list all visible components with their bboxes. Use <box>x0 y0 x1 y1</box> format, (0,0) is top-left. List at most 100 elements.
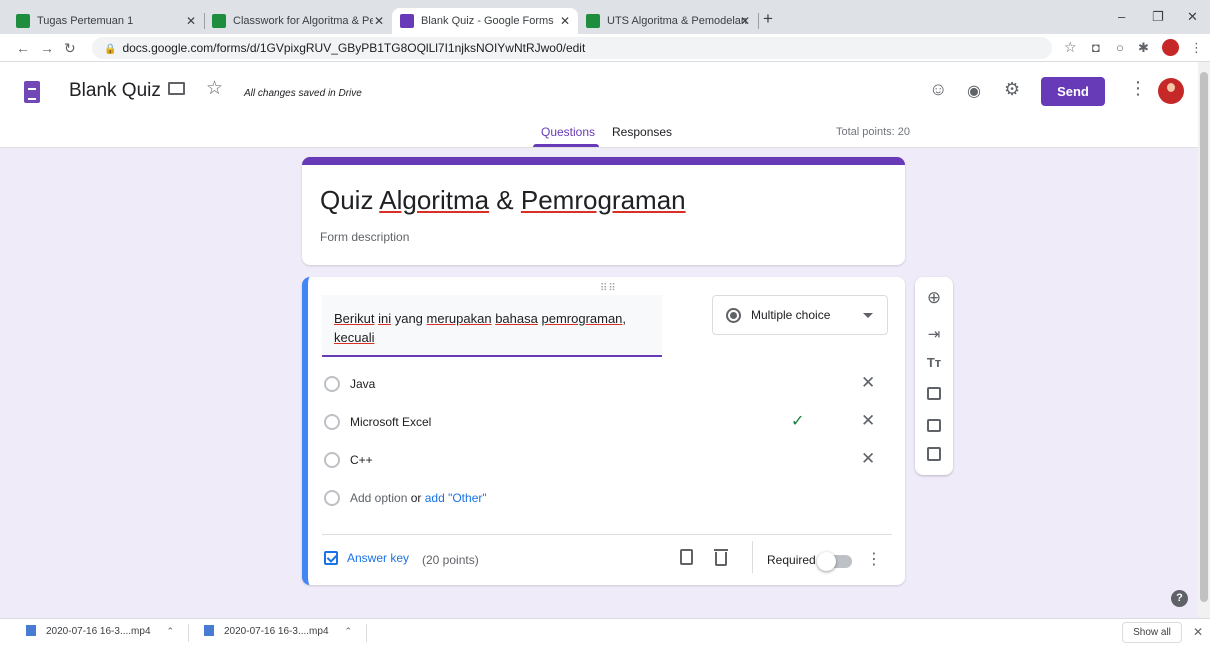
option-label[interactable]: C++ <box>350 453 373 467</box>
tab-responses[interactable]: Responses <box>612 125 672 139</box>
question-points: (20 points) <box>422 553 479 567</box>
extension-circle-icon[interactable]: ○ <box>1116 40 1124 55</box>
extensions-puzzle-icon[interactable]: ✱ <box>1138 40 1149 56</box>
tab-title: UTS Algoritma & Pemodelan <box>607 15 748 27</box>
download-item[interactable]: 2020-07-16 16-3....mp4 ⌃ <box>204 625 352 637</box>
window-close-icon[interactable]: ✕ <box>1187 9 1198 25</box>
add-title-icon[interactable]: Tт <box>925 354 943 372</box>
browser-tab-blank-quiz[interactable]: Blank Quiz - Google Forms ✕ <box>392 8 578 34</box>
form-title-card[interactable]: Quiz Algoritma & Pemrograman Form descri… <box>302 157 905 265</box>
option-label[interactable]: Java <box>350 377 375 391</box>
scrollbar-thumb[interactable] <box>1200 72 1208 602</box>
url-field[interactable]: 🔒 docs.google.com/forms/d/1GVpixgRUV_GByP… <box>92 37 1052 59</box>
answer-key-label: Answer key <box>347 551 410 565</box>
option-row[interactable]: Java ✕ <box>324 372 894 396</box>
close-tab-icon[interactable]: ✕ <box>186 14 196 28</box>
show-all-downloads-button[interactable]: Show all <box>1122 622 1182 643</box>
help-icon[interactable]: ? <box>1171 590 1188 607</box>
download-item[interactable]: 2020-07-16 16-3....mp4 ⌃ <box>26 625 174 637</box>
star-icon[interactable]: ☆ <box>206 77 223 100</box>
delete-trash-icon[interactable] <box>714 549 728 566</box>
browser-menu-icon[interactable]: ⋮ <box>1190 40 1203 56</box>
close-tab-icon[interactable]: ✕ <box>740 14 750 28</box>
add-image-icon[interactable] <box>927 387 941 400</box>
browser-tab-uts[interactable]: UTS Algoritma & Pemodelan ✕ <box>578 8 759 34</box>
divider <box>188 624 189 642</box>
new-tab-button[interactable]: + <box>763 9 773 29</box>
correct-answer-check-icon: ✓ <box>791 413 805 430</box>
page-scrollbar[interactable] <box>1198 62 1210 618</box>
option-row[interactable]: C++ ✕ <box>324 448 894 472</box>
back-icon[interactable]: ← <box>16 40 30 56</box>
browser-tab-strip: Tugas Pertemuan 1 ✕ Classwork for Algori… <box>0 0 1210 34</box>
palette-icon[interactable]: ☺ <box>929 79 947 100</box>
option-radio[interactable] <box>324 452 340 468</box>
close-tab-icon[interactable]: ✕ <box>374 14 384 28</box>
download-filename: 2020-07-16 16-3....mp4 <box>46 626 151 637</box>
close-tab-icon[interactable]: ✕ <box>560 14 570 28</box>
import-questions-icon[interactable]: ⇥ <box>925 326 943 344</box>
bookmark-star-icon[interactable]: ☆ <box>1064 39 1077 56</box>
question-more-icon[interactable]: ⋮ <box>866 549 882 569</box>
send-button[interactable]: Send <box>1041 77 1105 106</box>
tab-questions[interactable]: Questions <box>541 125 595 139</box>
question-type-dropdown[interactable]: Multiple choice <box>712 295 888 335</box>
maximize-icon[interactable]: ❐ <box>1152 9 1164 25</box>
radio-button-icon <box>726 308 741 323</box>
question-word: merupakan <box>426 311 492 326</box>
remove-option-icon[interactable]: ✕ <box>861 373 875 393</box>
total-points: Total points: 20 <box>836 126 910 138</box>
add-option-text: Add option or add "Other" <box>350 491 487 505</box>
duplicate-icon[interactable] <box>680 549 693 565</box>
form-description-field[interactable]: Form description <box>320 230 409 244</box>
forward-icon[interactable]: → <box>40 40 54 56</box>
add-video-icon[interactable] <box>927 419 941 432</box>
question-type-label: Multiple choice <box>751 308 831 322</box>
option-radio <box>324 490 340 506</box>
add-option-link[interactable]: Add option <box>350 491 407 505</box>
option-radio[interactable] <box>324 414 340 430</box>
add-option-row[interactable]: Add option or add "Other" <box>324 486 894 510</box>
remove-option-icon[interactable]: ✕ <box>861 449 875 469</box>
minimize-icon[interactable]: – <box>1118 9 1125 24</box>
extension-pocket-icon[interactable]: ◘ <box>1092 40 1100 55</box>
preview-eye-icon[interactable]: ◉ <box>967 81 981 101</box>
more-options-icon[interactable]: ⋮ <box>1129 78 1147 99</box>
browser-tab-tugas[interactable]: Tugas Pertemuan 1 ✕ <box>8 8 205 34</box>
form-title[interactable]: Quiz Algoritma & Pemrograman <box>320 185 686 216</box>
folder-icon[interactable] <box>168 82 185 95</box>
close-download-shelf-icon[interactable]: ✕ <box>1193 625 1203 639</box>
document-title[interactable]: Blank Quiz <box>69 80 161 102</box>
browser-tab-classwork[interactable]: Classwork for Algoritma & Pemro ✕ <box>204 8 392 34</box>
lock-icon: 🔒 <box>104 44 117 55</box>
option-label[interactable]: Microsoft Excel <box>350 415 431 429</box>
google-forms-logo-icon[interactable] <box>24 81 40 103</box>
answer-key-button[interactable]: Answer key <box>324 551 409 565</box>
title-text: Quiz <box>320 185 380 215</box>
option-radio[interactable] <box>324 376 340 392</box>
classroom-icon <box>16 14 30 28</box>
required-toggle[interactable] <box>817 552 852 571</box>
video-file-icon <box>26 625 36 636</box>
question-text-field[interactable]: Berikut ini yang merupakan bahasa pemrog… <box>322 295 662 357</box>
question-word: bahasa <box>495 311 538 326</box>
download-shelf: 2020-07-16 16-3....mp4 ⌃ 2020-07-16 16-3.… <box>0 618 1210 645</box>
active-tab-indicator <box>533 144 599 147</box>
remove-option-icon[interactable]: ✕ <box>861 411 875 431</box>
question-card[interactable]: ⠿⠿ Berikut ini yang merupakan bahasa pem… <box>302 277 905 585</box>
download-filename: 2020-07-16 16-3....mp4 <box>224 626 329 637</box>
chevron-up-icon[interactable]: ⌃ <box>167 626 175 636</box>
option-row[interactable]: Microsoft Excel ✓ ✕ <box>324 410 894 434</box>
profile-avatar-icon[interactable] <box>1162 39 1179 56</box>
reload-icon[interactable]: ↻ <box>64 40 76 57</box>
tab-separator <box>758 13 759 29</box>
drag-handle-icon[interactable]: ⠿⠿ <box>600 283 617 294</box>
user-avatar[interactable] <box>1158 78 1184 104</box>
add-section-icon[interactable] <box>927 447 941 461</box>
chevron-up-icon[interactable]: ⌃ <box>345 626 353 636</box>
url-text: docs.google.com/forms/d/1GVpixgRUV_GByPB… <box>122 41 586 55</box>
add-other-link[interactable]: add "Other" <box>425 491 487 505</box>
add-question-icon[interactable]: ⊕ <box>925 289 943 307</box>
title-text: Algoritma <box>379 185 490 215</box>
settings-gear-icon[interactable]: ⚙ <box>1004 79 1020 100</box>
